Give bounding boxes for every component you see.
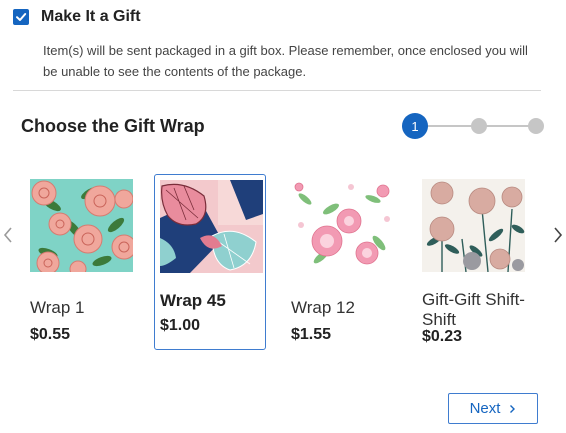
wrap-card[interactable]: Wrap 12 $1.55: [286, 174, 398, 350]
gift-checkbox-label[interactable]: Make It a Gift: [41, 8, 141, 26]
next-button[interactable]: Next: [448, 393, 538, 424]
gift-gift-swatch: [422, 179, 525, 272]
chevron-left-icon: [3, 227, 12, 243]
wrap-12-swatch: [291, 179, 394, 272]
wrap-name: Wrap 45: [160, 291, 226, 310]
wrap-name: Wrap 1: [30, 298, 85, 317]
carousel-next-button[interactable]: [551, 222, 565, 248]
chevron-right-icon: [554, 227, 563, 243]
wrap-card[interactable]: Gift-Gift Shift-Shift $0.23: [417, 174, 529, 350]
wrap-price: $0.55: [30, 326, 71, 343]
gift-checkbox[interactable]: [13, 9, 29, 25]
wrap-price: $1.55: [291, 326, 332, 343]
wrap-price: $1.00: [160, 317, 201, 334]
make-it-a-gift-option[interactable]: Make It a Gift: [13, 8, 141, 26]
checkmark-icon: [16, 13, 27, 21]
step-3-indicator[interactable]: [528, 118, 544, 134]
wrap-name: Wrap 12: [291, 298, 355, 317]
next-button-label: Next: [469, 400, 501, 417]
carousel-prev-button[interactable]: [1, 222, 15, 248]
wrap-card-selected[interactable]: Wrap 45 $1.00: [154, 174, 266, 350]
carousel-stepper: 1: [402, 113, 544, 139]
divider: [13, 90, 541, 91]
step-2-indicator[interactable]: [471, 118, 487, 134]
wrap-name: Gift-Gift Shift-Shift: [422, 290, 525, 329]
chevron-right-icon: [510, 404, 516, 413]
section-title: Choose the Gift Wrap: [21, 116, 205, 136]
wrap-45-swatch: [160, 180, 263, 273]
gift-note: Item(s) will be sent packaged in a gift …: [43, 43, 528, 79]
wrap-price: $0.23: [422, 328, 463, 345]
wrap-1-swatch: [30, 179, 133, 272]
step-1-indicator[interactable]: 1: [402, 113, 428, 139]
wrap-card[interactable]: Wrap 1 $0.55: [25, 174, 137, 350]
